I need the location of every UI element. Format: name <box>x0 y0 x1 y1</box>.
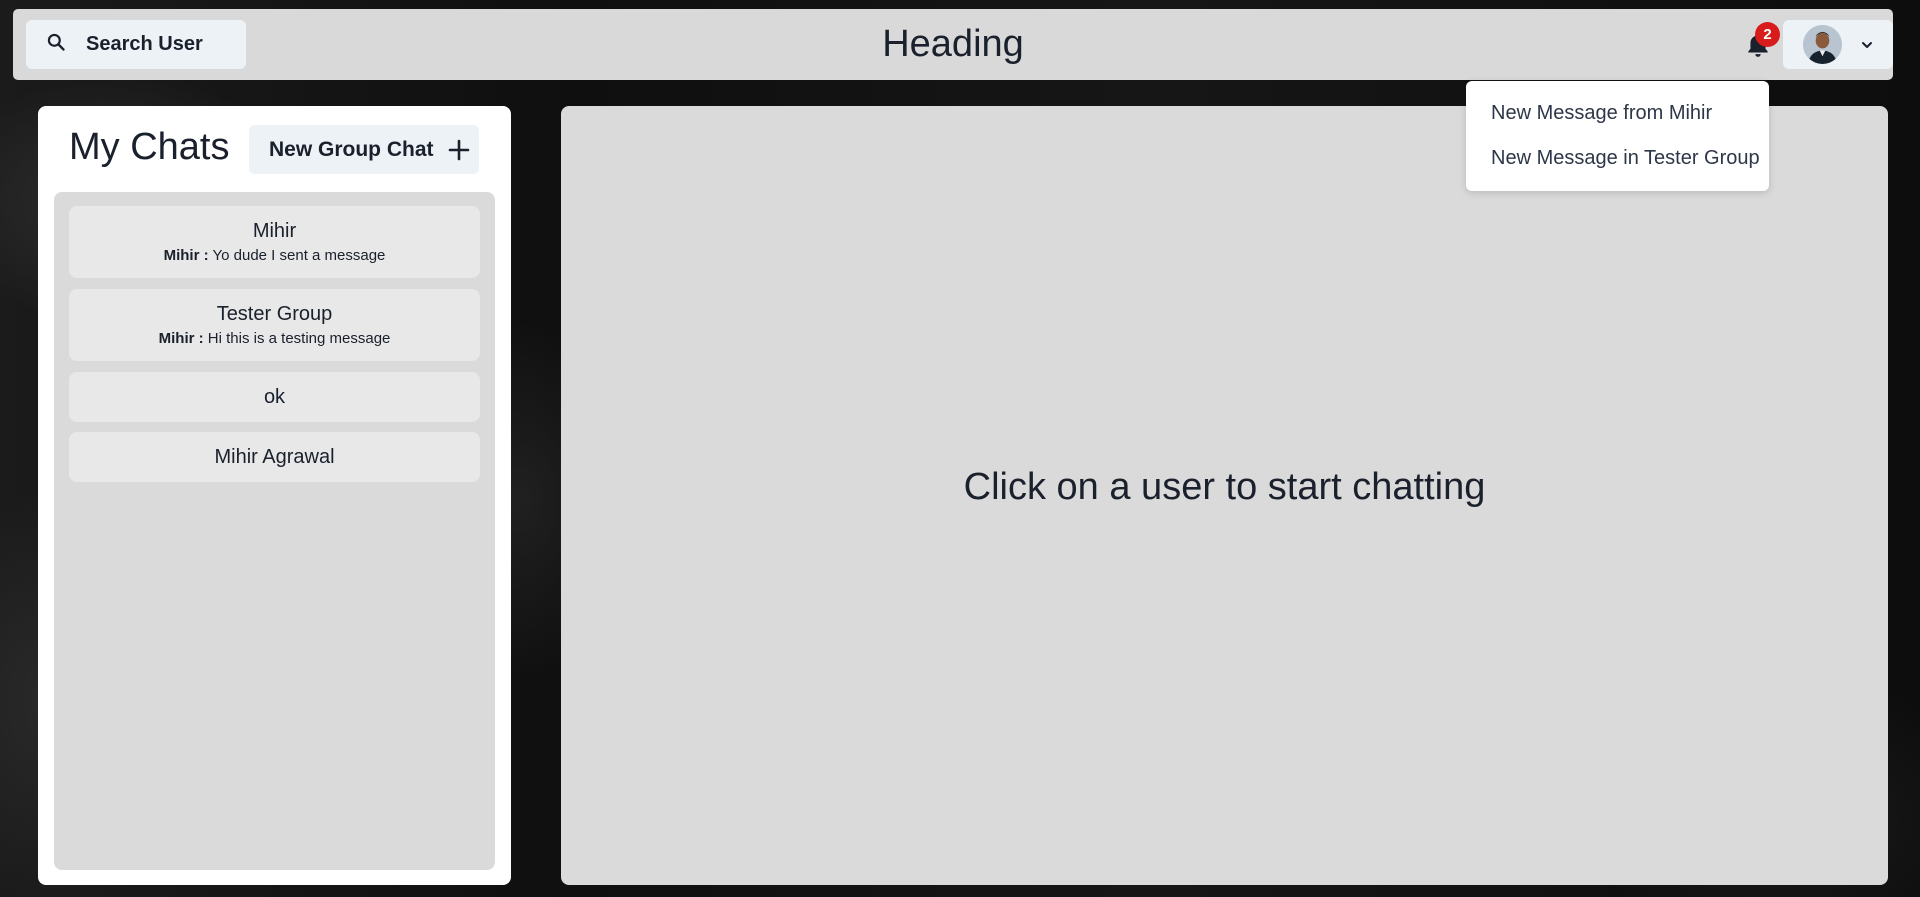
plus-icon <box>448 139 470 161</box>
empty-chat-message: Click on a user to start chatting <box>963 466 1486 508</box>
chat-list-item-tester-group[interactable]: Tester Group Mihir : Hi this is a testin… <box>69 289 480 361</box>
notification-count-badge: 2 <box>1755 22 1780 47</box>
top-bar: Search User Heading 2 <box>13 9 1893 80</box>
my-chats-title: My Chats <box>69 126 230 168</box>
chat-last-sender: Mihir : <box>158 330 204 347</box>
chat-last-sender: Mihir : <box>163 247 209 264</box>
new-group-chat-label: New Group Chat <box>269 137 434 161</box>
bell-icon <box>1745 33 1771 63</box>
chat-list: Mihir Mihir : Yo dude I sent a message T… <box>54 192 495 870</box>
chat-list-item-ok[interactable]: ok <box>69 372 480 422</box>
chat-last-text: Hi this is a testing message <box>207 330 391 347</box>
chat-last-text: Yo dude I sent a message <box>212 247 386 264</box>
chat-list-item-mihir-agrawal[interactable]: Mihir Agrawal <box>69 432 480 482</box>
new-group-chat-button[interactable]: New Group Chat <box>249 125 479 174</box>
notification-item[interactable]: New Message in Tester Group <box>1466 136 1769 181</box>
notification-menu: New Message from Mihir New Message in Te… <box>1466 81 1769 191</box>
chat-name: Mihir <box>252 220 297 242</box>
profile-menu-button[interactable] <box>1783 20 1893 69</box>
chat-name: Mihir Agrawal <box>214 446 335 468</box>
chat-name: ok <box>263 386 286 408</box>
search-user-button[interactable]: Search User <box>26 20 246 69</box>
search-user-label: Search User <box>86 33 203 55</box>
chat-window: Click on a user to start chatting <box>561 106 1888 885</box>
my-chats-panel: My Chats New Group Chat Mihir Mihir : Yo… <box>38 106 511 885</box>
avatar <box>1803 25 1842 64</box>
chat-name: Tester Group <box>216 303 333 325</box>
chat-list-item-mihir[interactable]: Mihir Mihir : Yo dude I sent a message <box>69 206 480 278</box>
page-title: Heading <box>882 23 1024 65</box>
chat-last-message: Mihir : Hi this is a testing message <box>69 330 480 347</box>
notification-item[interactable]: New Message from Mihir <box>1466 91 1769 136</box>
chevron-down-icon <box>1859 37 1875 53</box>
search-icon <box>46 32 66 57</box>
chat-last-message: Mihir : Yo dude I sent a message <box>69 247 480 264</box>
